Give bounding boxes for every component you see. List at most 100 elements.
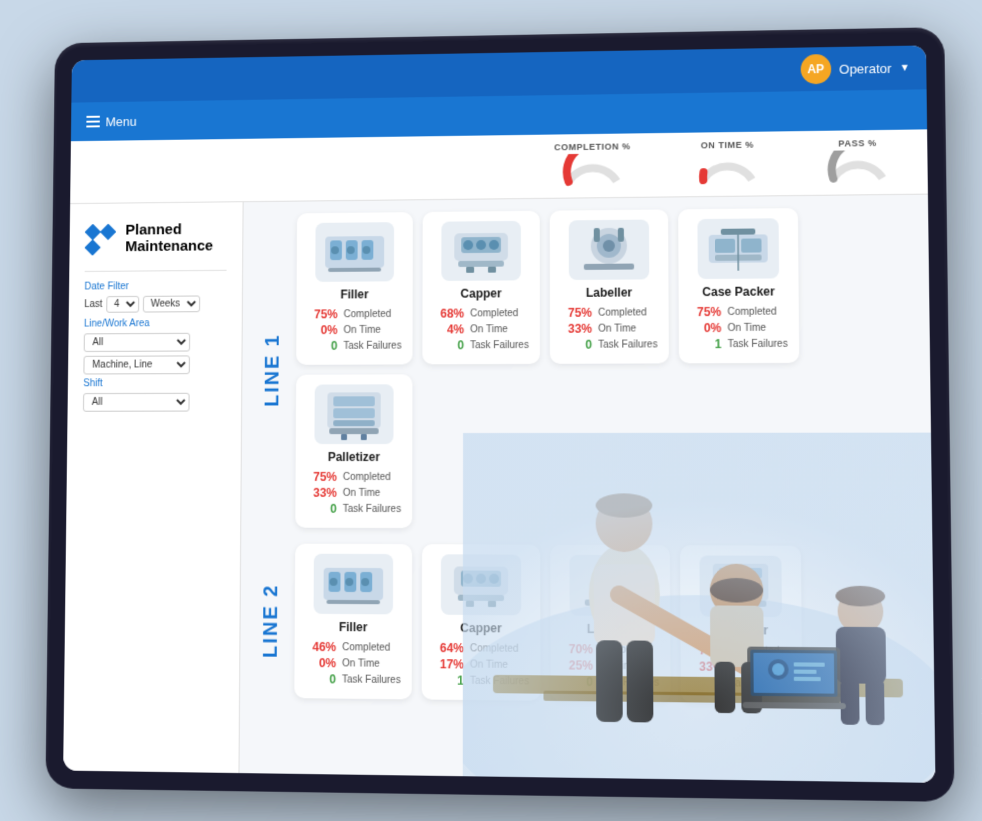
pass-gauge: PASS % 66%	[812, 133, 903, 190]
machine-card-capper-2[interactable]: Capper 64% Completed 17% On Time 1	[422, 544, 541, 701]
user-avatar: AP	[800, 54, 831, 84]
line-1-label: LINE 1	[258, 325, 289, 414]
labeller-1-ontime-val: 33%	[560, 321, 592, 335]
filler-2-ontime-row: 0% On Time	[304, 655, 401, 670]
filler-2-image	[314, 553, 394, 614]
capper-1-ontime-label: On Time	[470, 323, 508, 334]
labeller-2-ontime-label: On Time	[599, 660, 637, 672]
labeller-1-tf-val: 0	[560, 337, 592, 351]
labeller-2-ontime-val: 25%	[561, 658, 593, 673]
machine-card-palletizer-2[interactable]: Palletizer 75% Completed 33% On Time 0	[680, 545, 802, 703]
logo-area: Planned Maintenance	[85, 221, 227, 255]
main-content: Planned Maintenance Date Filter Last 4 W…	[63, 194, 935, 782]
palletizer-2-tf-val: 0	[691, 675, 724, 690]
machine-line-select[interactable]: Machine, Line	[83, 355, 190, 374]
capper-2-tf-label: Task Failures	[470, 675, 529, 687]
filler-2-completed-val: 46%	[304, 639, 336, 653]
capper-1-tf-row: 0 Task Failures	[432, 338, 530, 352]
casepacker-1-image	[697, 218, 779, 279]
weeks-select[interactable]: Weeks	[143, 295, 200, 312]
casepacker-1-completed-val: 75%	[689, 304, 722, 318]
palletizer-1-name: Palletizer	[328, 450, 380, 464]
capper-2-ontime-val: 17%	[432, 657, 464, 671]
palletizer-1-tf-val: 0	[305, 501, 337, 515]
palletizer-1-completed-row: 75% Completed	[305, 469, 402, 483]
filler-2-tf-label: Task Failures	[342, 673, 401, 685]
machine-card-labeller-1[interactable]: Labeller 75% Completed 33% On Time 0	[550, 209, 669, 363]
user-name: Operator	[839, 60, 892, 76]
capper-2-completed-row: 64% Completed	[432, 640, 530, 655]
filler-1-completed-row: 75% Completed	[306, 306, 402, 320]
palletizer-1-ontime-val: 33%	[305, 485, 337, 499]
filler-1-name: Filler	[340, 287, 368, 301]
capper-2-tf-val: 1	[432, 673, 464, 688]
labeller-2-completed-label: Completed	[599, 643, 648, 655]
logo-icon	[85, 223, 116, 254]
machine-card-filler-1[interactable]: Filler 75% Completed 0% On Time 0	[296, 212, 413, 365]
machine-card-capper-1[interactable]: Capper 68% Completed 4% On Time 0	[422, 210, 540, 364]
machine-card-labeller-2[interactable]: Labeller 70% Completed 25% On Time 0	[550, 544, 670, 702]
hamburger-icon	[86, 115, 100, 127]
menu-button[interactable]: Menu	[86, 113, 136, 128]
line-1-machines: Filler 75% Completed 0% On Time 0	[295, 206, 915, 529]
capper-1-ontime-val: 4%	[432, 322, 464, 336]
filler-1-tf-label: Task Failures	[343, 340, 401, 351]
filler-1-tf-row: 0 Task Failures	[306, 338, 403, 352]
labeller-2-completed-val: 70%	[561, 641, 593, 656]
filler-1-completed-label: Completed	[344, 308, 392, 319]
dropdown-arrow-icon: ▼	[900, 62, 910, 73]
capper-1-name: Capper	[461, 286, 502, 300]
palletizer-2-name: Palletizer	[714, 622, 768, 637]
palletizer-1-ontime-row: 33% On Time	[305, 485, 402, 499]
machine-card-palletizer-1[interactable]: Palletizer 75% Completed 33% On Time 0	[295, 374, 412, 528]
capper-2-tf-row: 1 Task Failures	[432, 673, 531, 688]
palletizer-2-completed-val: 75%	[691, 643, 724, 658]
capper-1-completed-val: 68%	[432, 306, 464, 320]
palletizer-1-completed-val: 75%	[305, 469, 337, 483]
shift-select[interactable]: All	[83, 392, 190, 411]
completion-gauge-arc: 67%	[560, 153, 624, 189]
palletizer-2-completed-row: 75% Completed	[691, 643, 792, 658]
casepacker-1-tf-row: 1 Task Failures	[689, 336, 789, 351]
palletizer-2-ontime-val: 33%	[691, 659, 724, 674]
line-area-select[interactable]: All	[84, 332, 190, 351]
capper-1-ontime-row: 4% On Time	[432, 322, 530, 336]
tablet-screen: AP Operator ▼ Menu COMPLETION %	[63, 45, 935, 783]
capper-2-name: Capper	[460, 620, 502, 634]
stats-bar: COMPLETION % 67% ON TIME % 9	[70, 129, 928, 204]
machine-card-casepacker-1[interactable]: Case Packer 75% Completed 0% On Time 1	[678, 208, 799, 363]
palletizer-2-ontime-label: On Time	[730, 661, 769, 673]
palletizer-1-tf-label: Task Failures	[343, 503, 401, 514]
date-filter-label: Date Filter	[84, 280, 226, 292]
line-2-machines: Filler 46% Completed 0% On Time 0	[294, 543, 802, 703]
content-area[interactable]: LINE 1	[239, 194, 935, 782]
filler-2-ontime-label: On Time	[342, 657, 380, 668]
ontime-gauge-arc: 9%	[695, 151, 760, 188]
sidebar: Planned Maintenance Date Filter Last 4 W…	[63, 202, 243, 783]
labeller-1-tf-label: Task Failures	[598, 338, 657, 349]
last-select[interactable]: 4	[106, 295, 139, 312]
casepacker-1-tf-val: 1	[689, 337, 722, 351]
user-badge[interactable]: AP Operator ▼	[800, 52, 910, 84]
labeller-1-ontime-row: 33% On Time	[560, 321, 659, 336]
line-2-label: LINE 2	[256, 575, 287, 666]
palletizer-2-image	[699, 555, 781, 617]
labeller-2-completed-row: 70% Completed	[561, 641, 661, 656]
casepacker-1-tf-label: Task Failures	[728, 338, 788, 349]
date-filter-row: Last 4 Weeks	[84, 295, 226, 313]
filler-1-ontime-val: 0%	[306, 323, 337, 337]
palletizer-1-ontime-label: On Time	[343, 487, 380, 498]
line-1-section: LINE 1	[257, 206, 916, 529]
labeller-2-ontime-row: 25% On Time	[561, 658, 661, 673]
completion-gauge: COMPLETION % 67%	[542, 137, 643, 194]
labeller-2-tf-row: 0 Task Failures	[561, 674, 661, 689]
line-area-label: Line/Work Area	[84, 317, 226, 329]
machine-card-filler-2[interactable]: Filler 46% Completed 0% On Time 0	[294, 543, 412, 699]
tablet-wrapper: AP Operator ▼ Menu COMPLETION %	[45, 27, 954, 802]
page-title: Planned Maintenance	[125, 222, 213, 255]
last-text: Last	[84, 299, 102, 310]
palletizer-1-completed-label: Completed	[343, 471, 391, 482]
filler-2-tf-row: 0 Task Failures	[304, 672, 402, 687]
capper-2-completed-label: Completed	[470, 642, 519, 654]
casepacker-1-ontime-label: On Time	[727, 322, 766, 333]
